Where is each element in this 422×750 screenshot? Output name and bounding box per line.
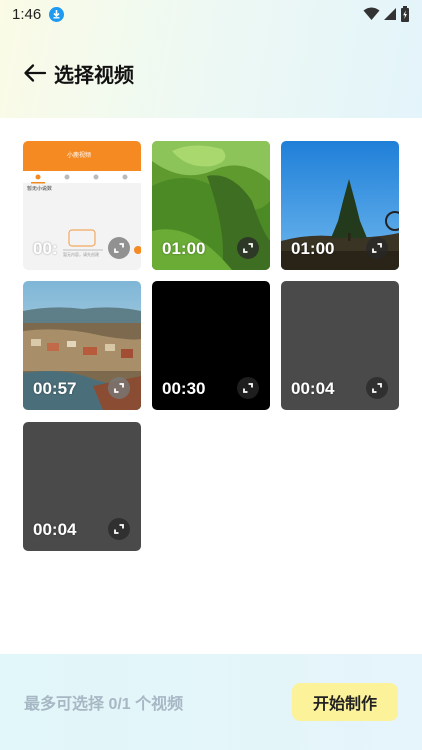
expand-icon[interactable] xyxy=(108,518,130,540)
expand-icon[interactable] xyxy=(366,377,388,399)
expand-icon[interactable] xyxy=(237,377,259,399)
video-duration: 00:30 xyxy=(162,379,206,398)
battery-icon xyxy=(401,6,409,22)
video-tile[interactable]: 小鹿视频 暂无小说数 暂无内容，请先创建 00: xyxy=(23,141,141,270)
video-tile[interactable]: 01:00 xyxy=(281,141,399,270)
expand-icon[interactable] xyxy=(108,237,130,259)
video-duration: 00:04 xyxy=(33,520,77,539)
back-arrow-icon[interactable] xyxy=(22,60,48,86)
video-duration: 00:04 xyxy=(291,379,335,398)
video-tile[interactable]: 00:04 xyxy=(23,422,141,551)
title-bar: 选择视频 xyxy=(0,52,422,94)
thumb-app-header-title: 小鹿视频 xyxy=(67,153,92,159)
video-duration: 01:00 xyxy=(291,239,335,258)
expand-icon[interactable] xyxy=(366,237,388,259)
status-bar: 1:46 xyxy=(0,0,422,28)
video-grid: 小鹿视频 暂无小说数 暂无内容，请先创建 00: 01:00 01:00 00:… xyxy=(0,118,422,654)
video-tile[interactable]: 00:30 xyxy=(152,281,270,410)
expand-icon[interactable] xyxy=(108,377,130,399)
download-icon xyxy=(49,6,65,22)
expand-icon[interactable] xyxy=(237,237,259,259)
video-duration: 01:00 xyxy=(162,239,206,258)
video-duration: 00:57 xyxy=(33,379,77,398)
video-duration: 00: xyxy=(33,239,58,258)
video-tile[interactable]: 01:00 xyxy=(152,141,270,270)
video-tile[interactable]: 00:04 xyxy=(281,281,399,410)
selection-count-text: 最多可选择 0/1 个视频 xyxy=(24,696,184,713)
video-tile[interactable]: 00:57 xyxy=(23,281,141,410)
start-create-button[interactable]: 开始制作 xyxy=(292,683,398,721)
footer-bar: 最多可选择 0/1 个视频 开始制作 xyxy=(0,654,422,750)
thumb-app-empty-text: 暂无内容，请先创建 xyxy=(63,252,99,257)
wifi-icon xyxy=(363,7,380,20)
page-title: 选择视频 xyxy=(54,64,134,87)
thumb-app-subtitle: 暂无小说数 xyxy=(27,186,53,192)
signal-icon xyxy=(384,8,396,20)
status-time: 1:46 xyxy=(12,5,42,23)
